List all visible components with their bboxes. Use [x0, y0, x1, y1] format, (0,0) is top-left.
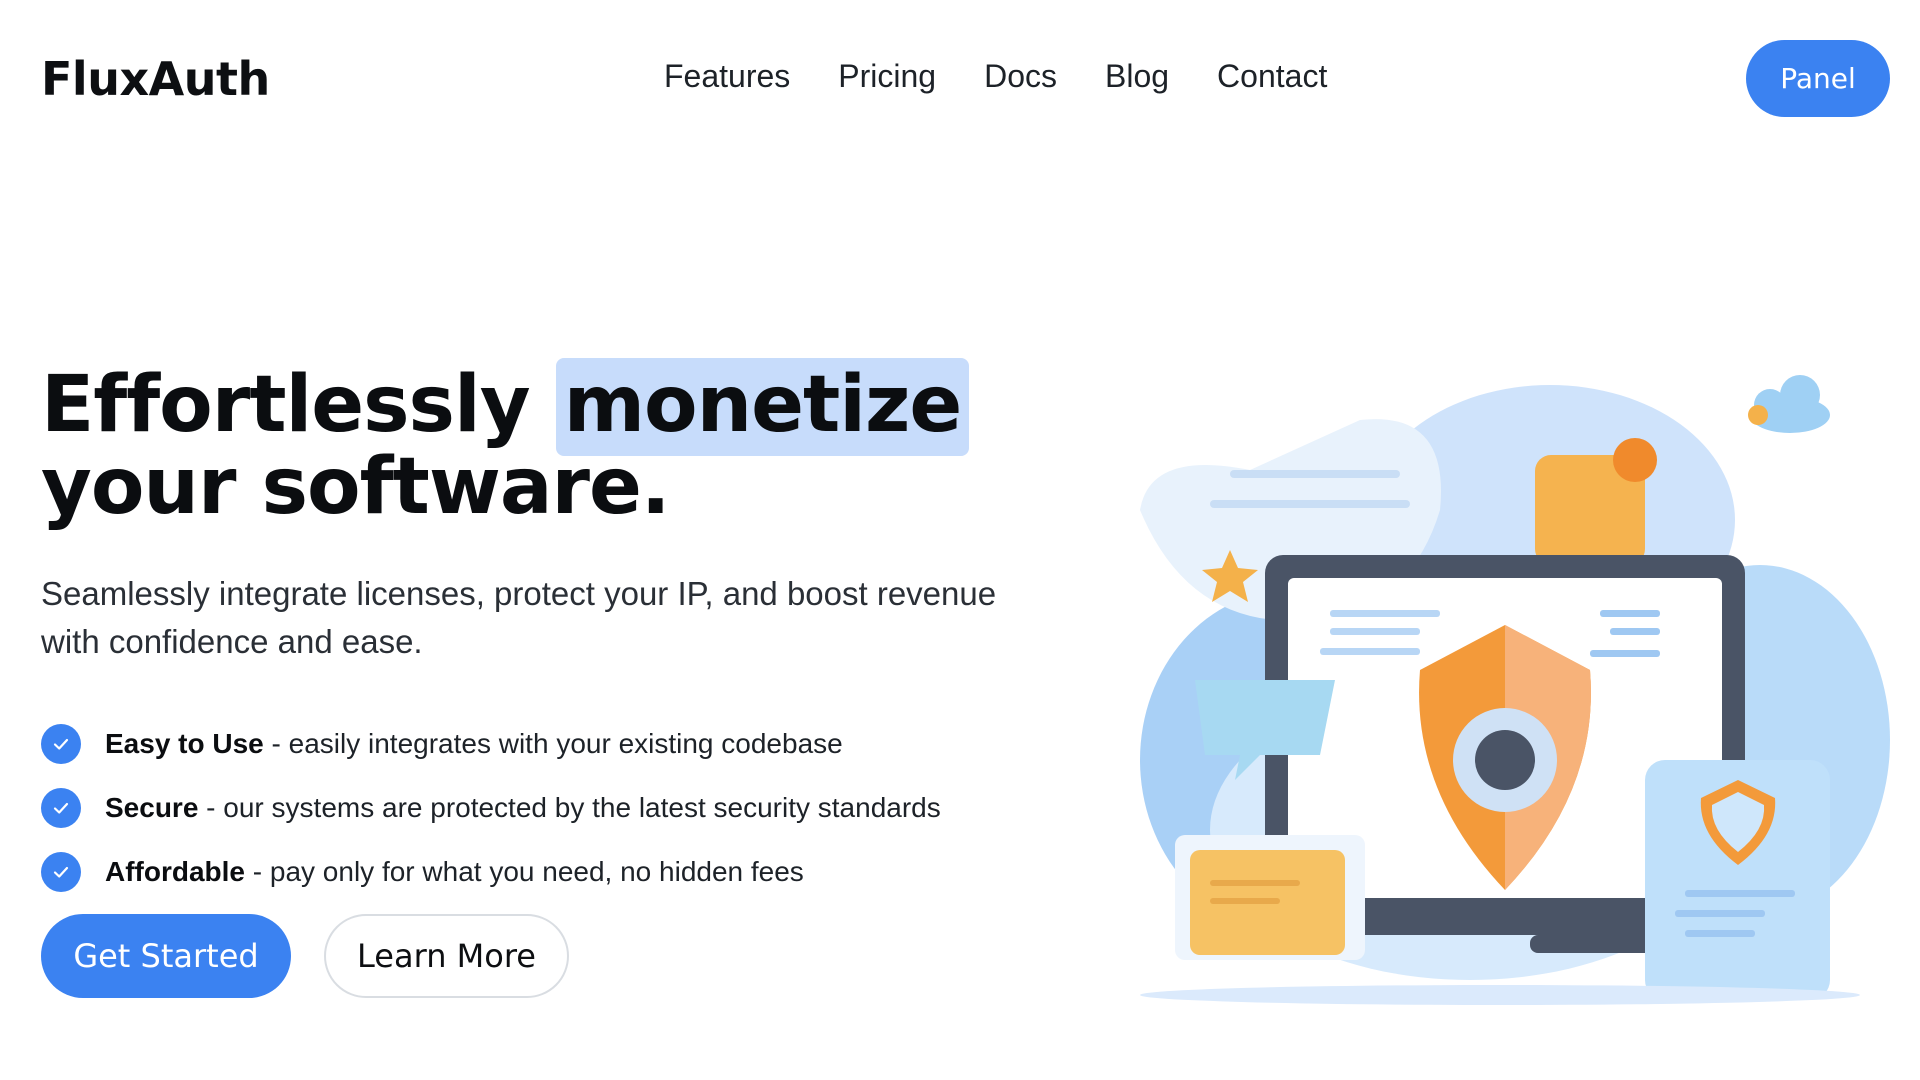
feature-desc: - pay only for what you need, no hidden … — [245, 856, 804, 887]
main-nav: Features Pricing Docs Blog Contact — [664, 58, 1375, 95]
nav-link-pricing[interactable]: Pricing — [838, 58, 936, 95]
get-started-button[interactable]: Get Started — [41, 914, 291, 998]
nav-link-features[interactable]: Features — [664, 58, 790, 95]
feature-desc: - easily integrates with your existing c… — [263, 728, 843, 759]
feature-desc: - our systems are protected by the lates… — [198, 792, 941, 823]
check-circle-icon — [41, 852, 81, 892]
nav-link-blog[interactable]: Blog — [1105, 58, 1169, 95]
check-circle-icon — [41, 788, 81, 828]
nav-link-contact[interactable]: Contact — [1217, 58, 1327, 95]
nav-link-docs[interactable]: Docs — [984, 58, 1057, 95]
security-illustration — [1110, 360, 1900, 1010]
brand-logo[interactable]: FluxAuth — [41, 52, 270, 106]
feature-title: Secure — [105, 792, 199, 823]
cloud-icon — [1748, 375, 1830, 433]
feature-title: Easy to Use — [105, 728, 264, 759]
headline-part1: Effortlessly — [41, 360, 556, 450]
feature-item-secure: Secure - our systems are protected by th… — [41, 776, 941, 840]
feature-item-easy: Easy to Use - easily integrates with you… — [41, 712, 941, 776]
hero-subtitle: Seamlessly integrate licenses, protect y… — [41, 575, 997, 660]
feature-list: Easy to Use - easily integrates with you… — [41, 712, 941, 904]
feature-item-affordable: Affordable - pay only for what you need,… — [41, 840, 941, 904]
feature-title: Affordable — [105, 856, 245, 887]
learn-more-button[interactable]: Learn More — [324, 914, 569, 998]
panel-button[interactable]: Panel — [1746, 40, 1890, 117]
check-circle-icon — [41, 724, 81, 764]
headline-part2: your software. — [41, 442, 671, 532]
hero-headline: Effortlessly monetize your software. — [41, 358, 970, 528]
landing-page: FluxAuth Features Pricing Docs Blog Cont… — [0, 0, 1920, 1080]
